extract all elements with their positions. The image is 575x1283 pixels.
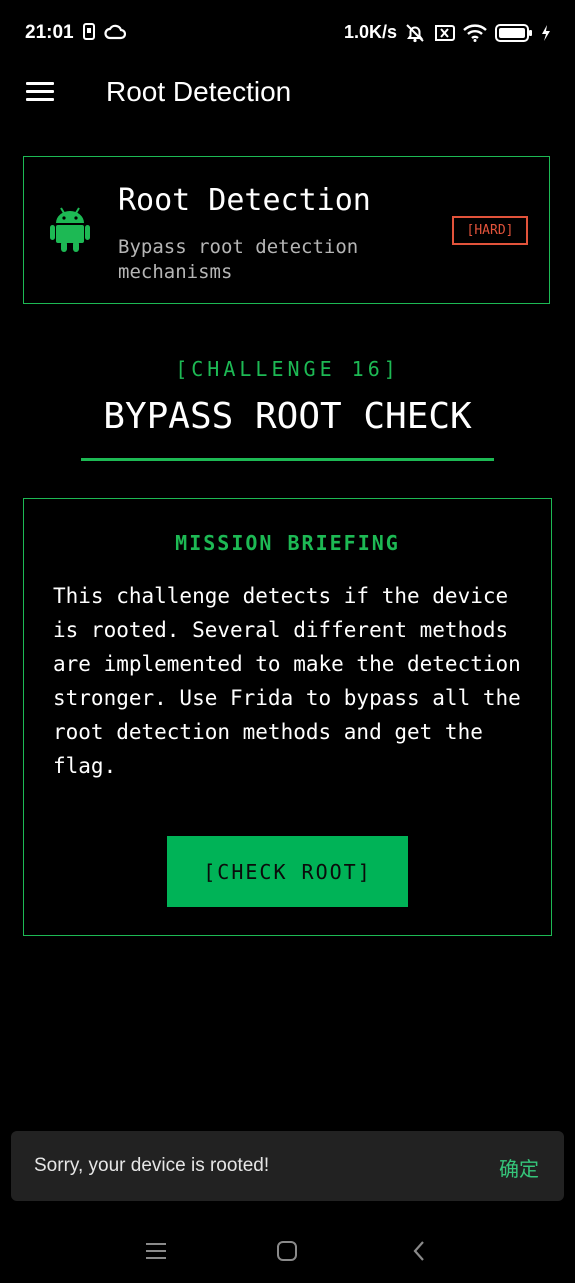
net-speed: 1.0K/s	[343, 22, 397, 42]
hamburger-menu-icon[interactable]	[26, 80, 56, 104]
mission-briefing-card: MISSION BRIEFING This challenge detects …	[23, 498, 552, 936]
briefing-label: MISSION BRIEFING	[175, 531, 400, 555]
cloud-icon	[104, 23, 126, 40]
recents-icon[interactable]	[141, 1236, 171, 1266]
charging-icon	[541, 24, 551, 41]
status-right-icons: 1.0K/s	[344, 22, 551, 43]
android-icon	[50, 205, 90, 258]
home-icon[interactable]	[272, 1236, 302, 1266]
page-title: Root Detection	[106, 76, 292, 107]
sim-icon	[82, 23, 96, 40]
title-underline	[81, 458, 494, 461]
difficulty-badge: [HARD]	[452, 216, 528, 245]
app-bar: Root Detection	[0, 66, 575, 122]
system-nav-bar	[0, 1218, 575, 1283]
status-time: 21:01	[25, 22, 74, 43]
mute-icon	[405, 23, 425, 43]
snackbar-message: Sorry, your device is rooted!	[34, 1155, 270, 1176]
back-icon[interactable]	[404, 1236, 434, 1266]
sim-x-icon	[433, 24, 455, 42]
challenge-title: BYPASS ROOT CHECK	[103, 396, 472, 437]
status-left-icons	[82, 23, 126, 40]
challenge-header-card: Root Detection Bypass root detection mec…	[23, 156, 550, 304]
card-subtitle: Bypass root detection mechanisms	[118, 236, 359, 283]
wifi-icon	[463, 23, 487, 42]
status-bar: 21:01 1.0K/s	[0, 0, 575, 66]
briefing-text: This challenge detects if the device is …	[53, 584, 521, 778]
check-root-button[interactable]: [CHECK ROOT]	[167, 836, 408, 907]
snackbar: Sorry, your device is rooted! 确定	[11, 1131, 564, 1201]
battery-icon	[495, 23, 533, 42]
card-title: Root Detection	[118, 183, 371, 218]
challenge-number: [CHALLENGE 16]	[175, 357, 400, 381]
snackbar-confirm-button[interactable]: 确定	[499, 1153, 539, 1182]
